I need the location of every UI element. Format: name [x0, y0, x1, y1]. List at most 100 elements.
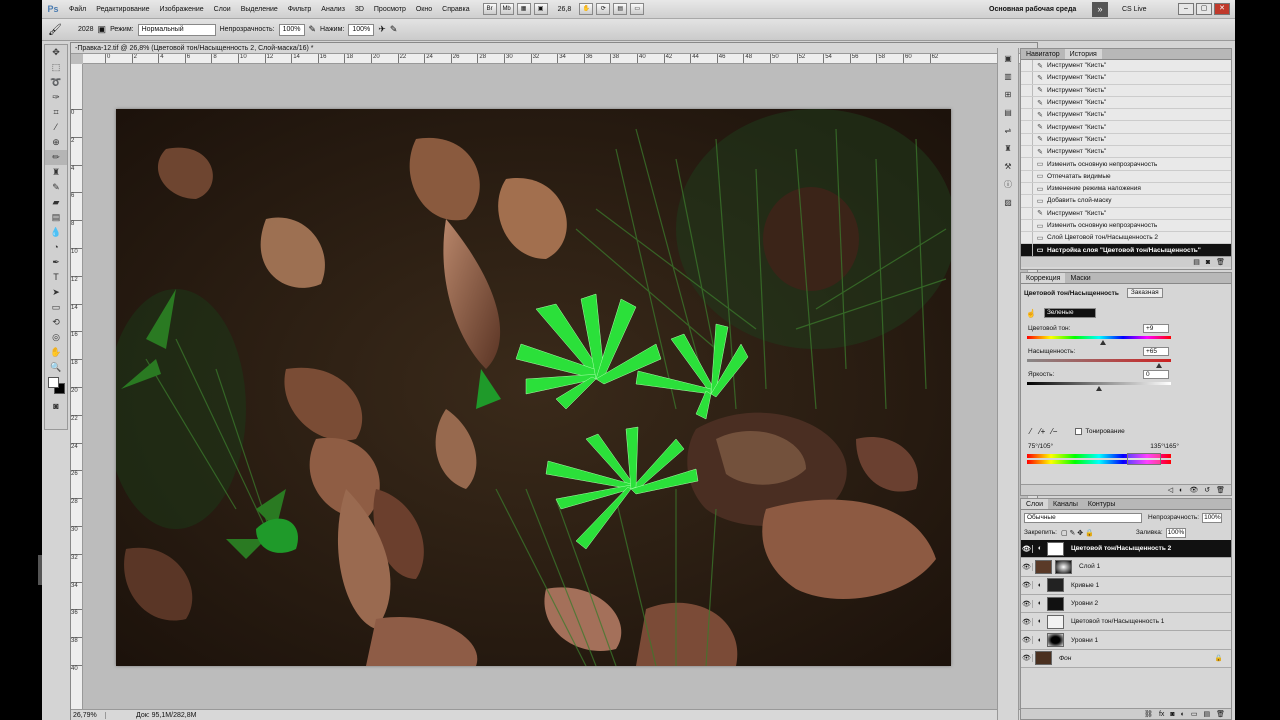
menu-help[interactable]: Справка — [437, 6, 474, 13]
pressure-input[interactable]: 100% — [348, 23, 375, 36]
maximize-icon[interactable]: ▢ — [1196, 3, 1212, 15]
tab-paths[interactable]: Контуры — [1083, 499, 1120, 509]
brush-panel-icon[interactable]: ▣ — [98, 24, 107, 35]
menu-layers[interactable]: Слои — [209, 6, 236, 13]
lasso-tool-icon[interactable]: ➰ — [45, 75, 67, 90]
clone-source-icon[interactable]: ♜ — [998, 142, 1018, 156]
mode-select[interactable]: Нормальный — [137, 23, 216, 36]
eye-icon[interactable]: 👁 — [1021, 562, 1033, 571]
history-icon[interactable]: ⊞ — [998, 88, 1018, 102]
foreground-color[interactable] — [48, 377, 59, 388]
colorize-checkbox[interactable] — [1075, 427, 1083, 435]
menu-select[interactable]: Выделение — [236, 6, 283, 13]
cs-live-button[interactable]: CS Live — [1122, 6, 1147, 13]
menu-image[interactable]: Изображение — [155, 6, 209, 13]
dodge-tool-icon[interactable]: ◔ — [45, 240, 67, 255]
layer-row[interactable]: 👁 Слой 1 — [1021, 558, 1231, 577]
new-layer-icon[interactable]: ▤ — [1203, 710, 1210, 718]
3d-orbit-icon[interactable]: ◎ — [45, 330, 67, 345]
history-item[interactable]: ▭ Добавить слой-маску — [1021, 195, 1231, 208]
clone-stamp-icon[interactable]: ♜ — [45, 165, 67, 180]
brush-size[interactable]: 2028 — [78, 26, 94, 33]
eyedropper-plus-icon[interactable]: ⁄+ — [1039, 427, 1045, 436]
menu-filter[interactable]: Фильтр — [283, 6, 317, 13]
canvas-area[interactable] — [83, 64, 1037, 709]
eye-icon[interactable]: 👁 — [1021, 654, 1033, 663]
shape-tool-icon[interactable]: ▭ — [45, 300, 67, 315]
workspace-expand-icon[interactable]: » — [1092, 2, 1108, 17]
history-item[interactable]: ✎ Инструмент "Кисть" — [1021, 133, 1231, 147]
history-item[interactable]: ✎ Инструмент "Кисть" — [1021, 109, 1231, 122]
marquee-tool-icon[interactable]: ⬚ — [45, 60, 67, 75]
fill-input[interactable]: 100% — [1165, 527, 1186, 538]
tab-masks[interactable]: Маски — [1065, 273, 1095, 283]
eye-icon[interactable]: 👁 — [1021, 544, 1033, 553]
layer-row[interactable]: 👁 ◐ Уровни 1 — [1021, 631, 1231, 650]
lightness-slider[interactable] — [1027, 382, 1171, 385]
minibridge-icon[interactable]: Mb — [499, 3, 514, 15]
lightness-slider-knob[interactable] — [1096, 386, 1102, 391]
preset-select[interactable]: Заказная — [1126, 288, 1163, 298]
delete-icon[interactable]: 🗑 — [1216, 486, 1225, 494]
back-icon[interactable]: ◁ — [1168, 486, 1173, 494]
histogram-icon[interactable]: ▥ — [998, 70, 1018, 84]
eye-icon[interactable]: 👁 — [1021, 599, 1033, 608]
zoom-status[interactable]: 26,79% — [71, 711, 106, 719]
eye-icon[interactable]: 👁 — [1021, 636, 1033, 645]
zoom-level-icon[interactable]: ▣ — [533, 3, 548, 15]
lock-icons[interactable]: ▢ ✎ ✥ 🔒 — [1061, 529, 1094, 537]
clip-icon[interactable]: ◐ — [1179, 487, 1183, 494]
workspace-label[interactable]: Основная рабочая среда — [989, 6, 1076, 13]
add-mask-icon[interactable]: ◙ — [1170, 711, 1174, 718]
info-icon[interactable]: ▤ — [998, 106, 1018, 120]
healing-brush-icon[interactable]: ⊕ — [45, 135, 67, 150]
history-item[interactable]: ▭ Изменить основную непрозрачность — [1021, 219, 1231, 233]
layer-row[interactable]: 👁 ◐ Уровни 2 — [1021, 594, 1231, 614]
history-item[interactable]: ✎ Инструмент "Кисть" — [1021, 96, 1231, 110]
brush-preset-icon[interactable]: 🖌 — [48, 23, 62, 36]
menu-file[interactable]: Файл — [64, 6, 91, 13]
history-item[interactable]: ✎ Инструмент "Кисть" — [1021, 72, 1231, 85]
history-item-selected[interactable]: ▭ Настройка слоя "Цветовой тон/Насыщеннос… — [1021, 244, 1231, 256]
delete-layer-icon[interactable]: 🗑 — [1216, 710, 1225, 718]
screen-mode-icon[interactable]: ▭ — [630, 3, 645, 15]
eyedropper-icon[interactable]: ⁄ — [1030, 427, 1031, 436]
opacity-input[interactable]: 100% — [278, 23, 305, 36]
rotate-view-icon[interactable]: ⟳ — [596, 3, 611, 15]
blend-mode-select[interactable]: Обычные — [1024, 512, 1142, 523]
history-item[interactable]: ✎ Инструмент "Кисть" — [1021, 146, 1231, 159]
pressure-opacity-icon[interactable]: ✎ — [309, 24, 317, 35]
gradient-tool-icon[interactable]: ▤ — [45, 210, 67, 225]
layer-row[interactable]: 👁 Фон 🔒 — [1021, 649, 1231, 669]
layer-mask-thumb[interactable] — [1047, 596, 1064, 611]
quick-mask-icon[interactable]: ◙ — [45, 399, 67, 414]
history-item[interactable]: ✎ Инструмент "Кисть" — [1021, 207, 1231, 220]
zoom-tool-icon[interactable]: 🔍 — [45, 360, 67, 375]
hue-slider-knob[interactable] — [1100, 340, 1107, 345]
menu-edit[interactable]: Редактирование — [91, 6, 154, 13]
history-item[interactable]: ▭ Отпечатать видимые — [1021, 170, 1231, 183]
history-brush-icon[interactable]: ✎ — [45, 180, 67, 195]
blur-tool-icon[interactable]: 💧 — [45, 225, 67, 240]
eye-icon[interactable]: 👁 — [1021, 581, 1033, 590]
fx-icon[interactable]: fx — [1159, 711, 1164, 718]
path-select-icon[interactable]: ➤ — [45, 285, 67, 300]
history-item[interactable]: ✎ Инструмент "Кисть" — [1021, 84, 1231, 97]
hue-slider[interactable] — [1027, 336, 1171, 339]
new-group-icon[interactable]: ▭ — [1191, 710, 1198, 718]
horizontal-ruler[interactable]: 0 2 4 6 8 10 12 14 16 18 20 22 24 26 28 30 32 34 36 38 40 42 4… — [83, 54, 1038, 64]
menu-3d[interactable]: 3D — [350, 6, 369, 13]
3d-rotate-icon[interactable]: ⟲ — [45, 315, 67, 330]
pressure-size-icon[interactable]: ✎ — [390, 24, 398, 35]
notes-icon[interactable]: ▨ — [998, 196, 1018, 210]
tool-presets-icon[interactable]: ⚒ — [998, 160, 1018, 174]
zoom-field[interactable]: 26,8 — [558, 6, 572, 13]
hue-input[interactable]: +9 — [1143, 324, 1169, 333]
bridge-icon[interactable]: Br — [482, 3, 497, 15]
new-snapshot-icon[interactable]: ◙ — [1206, 259, 1210, 266]
eraser-tool-icon[interactable]: ▰ — [45, 195, 67, 210]
history-item[interactable]: ▭ Изменение режима наложения — [1021, 182, 1231, 196]
brush-tool-icon[interactable]: ✏ — [45, 150, 67, 165]
guides-icon[interactable]: ▦ — [516, 3, 531, 15]
tab-adjustments[interactable]: Коррекция — [1021, 273, 1066, 283]
